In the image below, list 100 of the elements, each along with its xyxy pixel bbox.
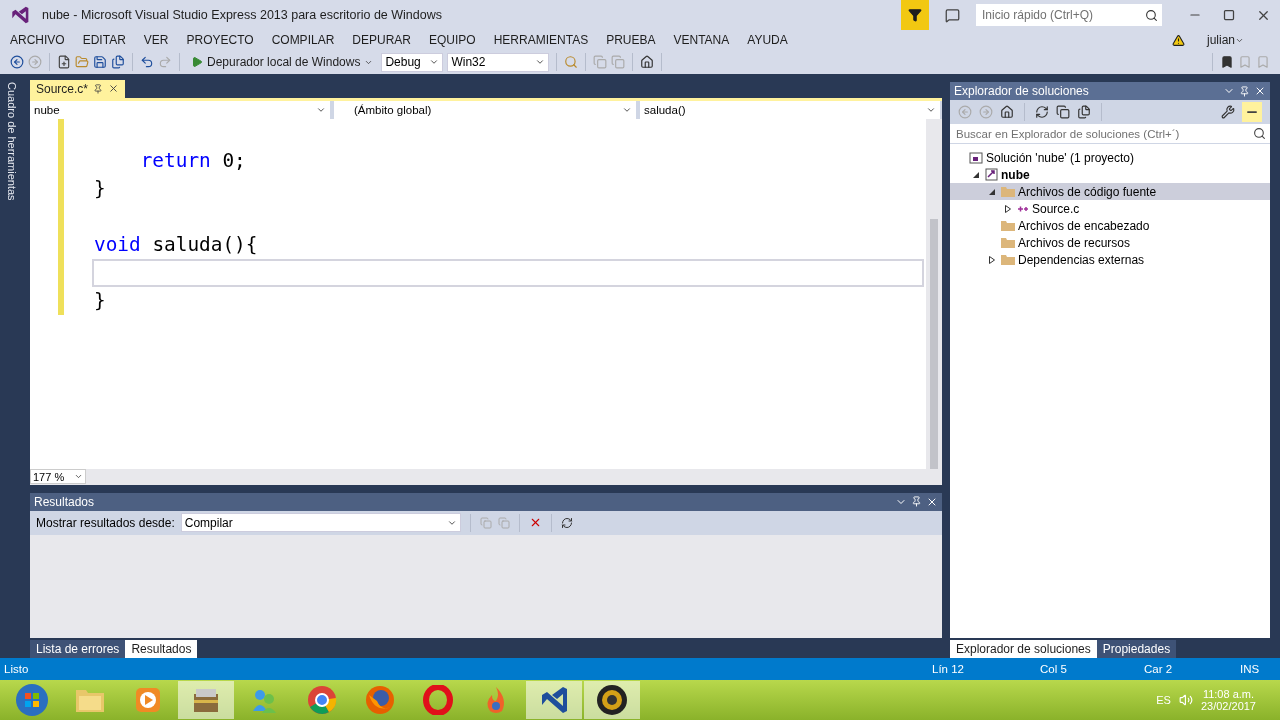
folder-icon bbox=[1001, 254, 1015, 265]
tree-item[interactable]: Source.c bbox=[950, 200, 1270, 217]
menu-item[interactable]: PRUEBA bbox=[600, 33, 662, 47]
code-line: return 0; bbox=[139, 148, 247, 175]
preview-button[interactable] bbox=[1242, 102, 1262, 122]
output-source-dropdown[interactable]: Compilar bbox=[180, 513, 461, 533]
platform-dropdown[interactable]: Win32 bbox=[447, 52, 550, 72]
search-icon[interactable] bbox=[1253, 127, 1266, 140]
menu-item[interactable]: VENTANA bbox=[667, 33, 736, 47]
webcam-icon[interactable] bbox=[596, 684, 628, 716]
user-menu[interactable]: julian bbox=[1206, 33, 1235, 47]
document-tab[interactable]: Source.c* bbox=[30, 79, 126, 98]
collapse-all-icon[interactable] bbox=[1056, 105, 1070, 119]
window-title: nube - Microsoft Visual Studio Express 2013 para escritorio de Windows bbox=[42, 8, 443, 22]
tree-item-label: nube bbox=[1001, 167, 1030, 182]
insert-mode-indicator: INS bbox=[1240, 663, 1261, 675]
collapsed-arrow-icon[interactable] bbox=[988, 255, 996, 264]
tree-item-label: Source.c bbox=[1032, 201, 1080, 216]
menu-item[interactable]: EQUIPO bbox=[423, 33, 482, 47]
search-icon[interactable] bbox=[1145, 8, 1158, 22]
bookmark-icon[interactable] bbox=[1220, 55, 1234, 69]
caret-icon bbox=[429, 57, 440, 67]
tree-item[interactable]: Archivos de encabezado bbox=[950, 217, 1270, 234]
code-line: void saluda(){ bbox=[93, 232, 259, 259]
code-line: } bbox=[93, 288, 107, 315]
close-icon[interactable] bbox=[1254, 85, 1266, 97]
pin-icon[interactable] bbox=[911, 496, 922, 508]
undo-icon[interactable] bbox=[140, 55, 154, 69]
menu-item[interactable]: VER bbox=[137, 33, 175, 47]
home-icon[interactable] bbox=[1000, 105, 1014, 119]
menu-item[interactable]: COMPILAR bbox=[265, 33, 341, 47]
dropdown-value: nube bbox=[34, 103, 61, 116]
pin-icon[interactable] bbox=[93, 83, 104, 94]
panel-tab[interactable]: Resultados bbox=[125, 640, 198, 658]
panel-tab[interactable]: Lista de errores bbox=[30, 640, 126, 658]
menu-item[interactable]: HERRAMIENTAS bbox=[487, 33, 595, 47]
solution-icon bbox=[969, 151, 983, 164]
show-files-icon[interactable] bbox=[1077, 105, 1091, 119]
archive-icon[interactable] bbox=[191, 686, 221, 714]
wrench-icon[interactable] bbox=[1221, 105, 1235, 119]
dropdown-value: saluda() bbox=[644, 103, 687, 116]
fox-globe-icon[interactable] bbox=[365, 685, 395, 715]
start-debugging-button[interactable]: Depurador local de Windows bbox=[187, 55, 378, 69]
character-indicator: Car 2 bbox=[1144, 663, 1174, 675]
close-icon[interactable] bbox=[108, 83, 120, 95]
tree-item-label: Archivos de encabezado bbox=[1018, 218, 1150, 233]
pin-icon[interactable] bbox=[1239, 85, 1250, 97]
menu-item[interactable]: PROYECTO bbox=[180, 33, 260, 47]
code-line: } bbox=[93, 176, 107, 203]
start-button[interactable] bbox=[15, 683, 49, 717]
tree-item[interactable]: Solución 'nube' (1 proyecto) bbox=[950, 149, 1270, 166]
zoom-dropdown[interactable]: 177 % bbox=[30, 469, 86, 485]
panel-tab[interactable]: Propiedades bbox=[1096, 640, 1177, 658]
panel-tab[interactable]: Explorador de soluciones bbox=[950, 640, 1097, 658]
status-message: Listo bbox=[4, 663, 30, 675]
warning-icon[interactable] bbox=[1171, 33, 1185, 47]
caret-icon bbox=[535, 57, 546, 67]
play-icon bbox=[191, 56, 203, 68]
speech-bubble-icon bbox=[945, 7, 960, 23]
feedback-button[interactable] bbox=[901, 0, 929, 30]
folder-icon bbox=[1001, 237, 1015, 248]
wrap-icon[interactable] bbox=[560, 516, 573, 529]
menu-item[interactable]: EDITAR bbox=[76, 33, 132, 47]
bow-logo-icon[interactable] bbox=[539, 686, 569, 714]
home-icon[interactable] bbox=[640, 55, 655, 69]
project-icon bbox=[985, 168, 998, 181]
new-file-icon[interactable] bbox=[57, 55, 71, 69]
collapsed-arrow-icon[interactable] bbox=[1004, 204, 1012, 213]
panel-title: Explorador de soluciones bbox=[954, 84, 1090, 98]
tree-item-label: Archivos de recursos bbox=[1018, 235, 1131, 250]
toolbox-tab[interactable]: Cuadro de herramientas bbox=[6, 82, 18, 201]
panel-title: Resultados bbox=[34, 494, 96, 509]
tree-item[interactable]: Archivos de recursos bbox=[950, 234, 1270, 251]
scrollbar-thumb[interactable] bbox=[930, 218, 938, 469]
ring-icon[interactable] bbox=[423, 685, 453, 715]
quick-launch-box[interactable]: Inicio rápido (Ctrl+Q) bbox=[976, 4, 1162, 26]
menu-item[interactable]: ARCHIVO bbox=[4, 33, 71, 47]
tree-item[interactable]: Dependencias externas bbox=[950, 251, 1270, 268]
funnel-icon bbox=[908, 8, 922, 22]
maximize-icon bbox=[1223, 9, 1235, 21]
play-icon[interactable] bbox=[134, 686, 162, 714]
tree-item-label: Archivos de código fuente bbox=[1018, 184, 1157, 199]
save-icon[interactable] bbox=[93, 55, 107, 69]
line-indicator: Lín 12 bbox=[932, 663, 965, 675]
output-source-label: Mostrar resultados desde: bbox=[36, 515, 175, 530]
bow-logo-icon bbox=[10, 6, 30, 24]
tricolor-circle-icon[interactable] bbox=[307, 685, 337, 715]
save-all-icon[interactable] bbox=[111, 55, 125, 69]
menu-item[interactable]: AYUDA bbox=[741, 33, 794, 47]
tree-item[interactable]: nube bbox=[950, 166, 1270, 183]
dropdown-value: (Ámbito global) bbox=[353, 103, 433, 116]
sync-icon[interactable] bbox=[1035, 105, 1049, 119]
configuration-dropdown[interactable]: Debug bbox=[381, 52, 444, 72]
menu-item[interactable]: DEPURAR bbox=[346, 33, 417, 47]
back-icon[interactable] bbox=[10, 55, 24, 69]
tree-item-label: Solución 'nube' (1 proyecto) bbox=[986, 150, 1134, 165]
folder-icon bbox=[1001, 186, 1015, 197]
tree-item-label: Dependencias externas bbox=[1018, 252, 1145, 267]
tree-item[interactable]: Archivos de código fuente bbox=[950, 183, 1270, 200]
column-indicator: Col 5 bbox=[1040, 663, 1068, 675]
